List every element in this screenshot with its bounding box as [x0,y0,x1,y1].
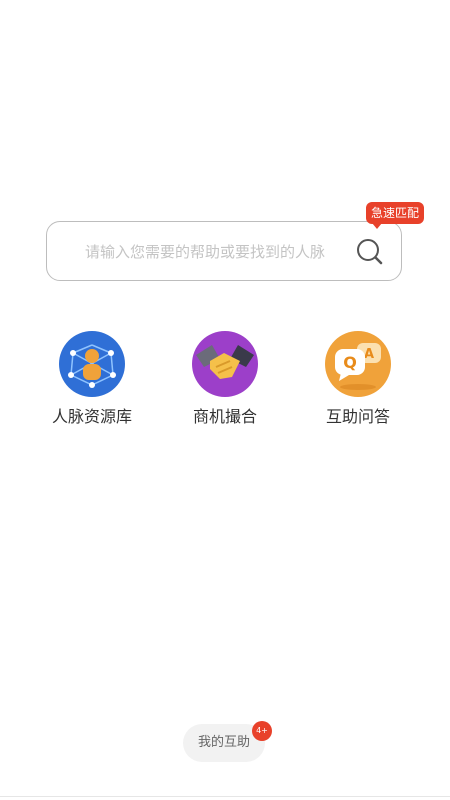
handshake-icon [192,331,258,397]
feature-network-resources[interactable]: 人脉资源库 [32,331,152,427]
feature-label: 商机撮合 [192,407,257,426]
feature-label: 人脉资源库 [51,407,132,426]
bottom-divider [0,796,450,797]
my-help-button[interactable]: 我的互助 4+ [183,721,272,762]
quick-match-badge[interactable]: 急速匹配 [366,202,425,229]
feature-business-matching[interactable]: 商机撮合 [165,331,285,427]
search-icon[interactable] [355,237,385,267]
svg-text:A: A [364,347,374,362]
search-placeholder: 请输入您需要的帮助或要找到的人脉 [85,243,326,261]
feature-mutual-qa[interactable]: A Q 互助问答 [298,331,418,427]
svg-text:Q: Q [343,353,357,372]
search-section: 请输入您需要的帮助或要找到的人脉 急速匹配 [46,202,425,281]
qa-bubbles-icon: A Q [325,331,391,397]
search-input[interactable]: 请输入您需要的帮助或要找到的人脉 [46,221,402,281]
network-people-icon [59,331,125,397]
notification-count-badge: 4+ [252,721,272,741]
feature-label: 互助问答 [325,407,390,426]
